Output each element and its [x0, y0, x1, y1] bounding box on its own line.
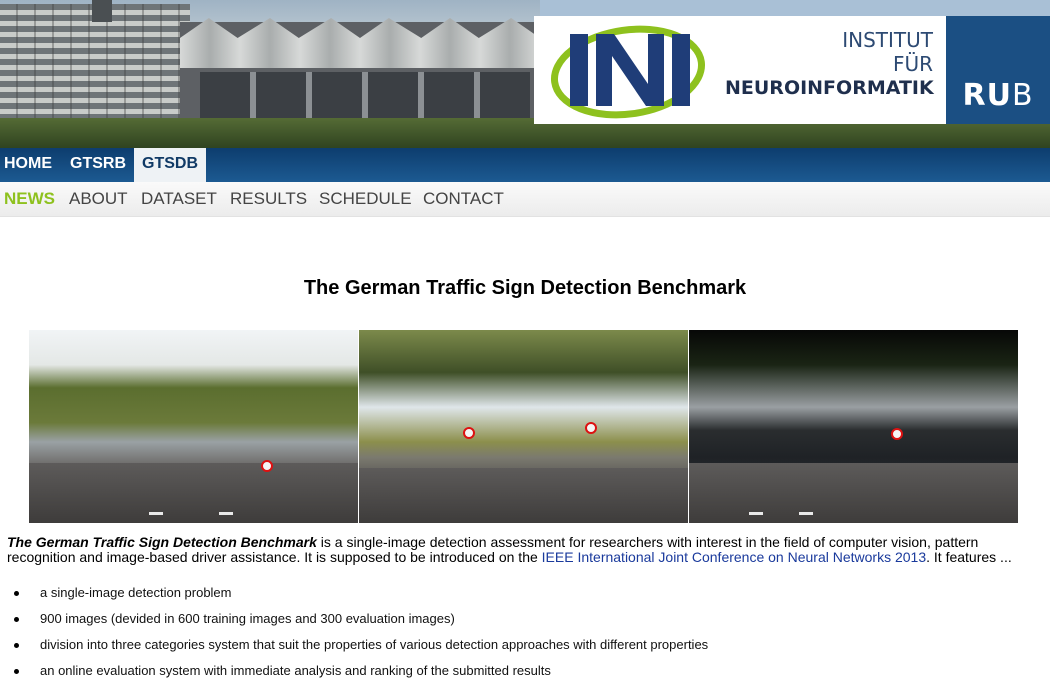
- traffic-sign: [463, 427, 475, 439]
- ieee-conference-link[interactable]: IEEE International Joint Conference on N…: [542, 549, 926, 565]
- feature-item: a single-image detection problem: [40, 585, 232, 600]
- subnav-news[interactable]: NEWS: [4, 182, 55, 216]
- campus-tower: [92, 0, 112, 22]
- rub-logo-b: B: [1011, 78, 1034, 113]
- subnav-results[interactable]: RESULTS: [230, 182, 307, 216]
- sample-image-highway: [689, 330, 1018, 523]
- road: [29, 463, 358, 523]
- ini-logo: [550, 25, 706, 119]
- subnav-schedule[interactable]: SCHEDULE: [319, 182, 412, 216]
- intro-paragraph: The German Traffic Sign Detection Benchm…: [7, 535, 1037, 565]
- bullet-icon: [14, 591, 19, 596]
- sample-image-rural-road: [359, 330, 688, 523]
- sample-image-city-street: [29, 330, 358, 523]
- traffic-sign: [585, 422, 597, 434]
- subnav-dataset[interactable]: DATASET: [141, 182, 217, 216]
- institute-name: INSTITUT FÜR NEUROINFORMATIK: [725, 28, 934, 100]
- subnav-about[interactable]: ABOUT: [69, 182, 128, 216]
- feature-item: 900 images (devided in 600 training imag…: [40, 611, 455, 626]
- lane-marking: [799, 512, 813, 515]
- topnav-gtsdb[interactable]: GTSDB: [134, 148, 206, 182]
- page-title: The German Traffic Sign Detection Benchm…: [303, 277, 747, 299]
- topnav-home[interactable]: HOME: [0, 148, 56, 182]
- institute-line-1: INSTITUT: [842, 28, 933, 52]
- bullet-icon: [14, 643, 19, 648]
- traffic-sign: [261, 460, 273, 472]
- intro-emphasis: The German Traffic Sign Detection Benchm…: [7, 534, 317, 550]
- institute-line-3: NEUROINFORMATIK: [725, 77, 934, 99]
- road: [689, 463, 1018, 523]
- subnav-contact[interactable]: CONTACT: [423, 182, 504, 216]
- sub-navigation: NEWS ABOUT DATASET RESULTS SCHEDULE CONT…: [0, 182, 1050, 217]
- institute-line-2: FÜR: [892, 52, 933, 76]
- rub-logo-ru: RU: [962, 78, 1012, 113]
- rub-logo: RUB: [946, 78, 1050, 113]
- feature-item: division into three categories system th…: [40, 637, 709, 652]
- traffic-sign: [891, 428, 903, 440]
- topnav-gtsrb[interactable]: GTSRB: [66, 148, 130, 182]
- bullet-icon: [14, 669, 19, 674]
- bullet-icon: [14, 617, 19, 622]
- feature-item: an online evaluation system with immedia…: [40, 663, 551, 678]
- top-navigation: HOME GTSRB GTSDB: [0, 148, 1050, 182]
- sky-strip: [540, 0, 1050, 16]
- lane-marking: [219, 512, 233, 515]
- lane-marking: [749, 512, 763, 515]
- intro-text-2: . It features ...: [926, 549, 1012, 565]
- lane-marking: [149, 512, 163, 515]
- road: [359, 468, 688, 523]
